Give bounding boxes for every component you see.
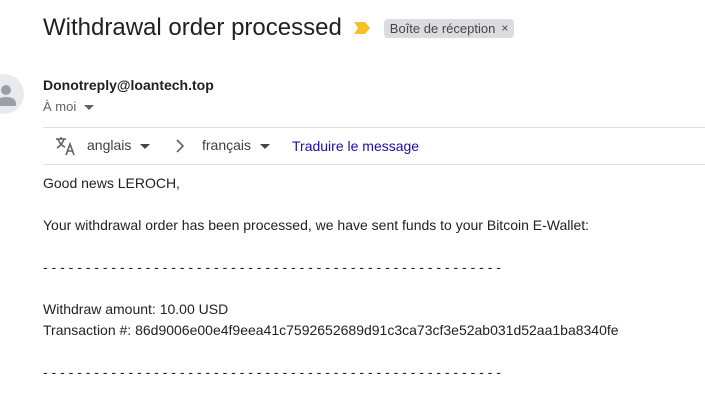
- body-greeting: Good news LEROCH,: [43, 175, 180, 191]
- sender-avatar[interactable]: [0, 74, 24, 114]
- target-language-label: français: [202, 137, 252, 153]
- person-icon: [0, 85, 16, 106]
- recipient-details-dropdown-icon[interactable]: [84, 105, 95, 110]
- translate-icon: [55, 136, 77, 161]
- chevron-down-icon: [140, 143, 151, 149]
- email-subject: Withdrawal order processed: [43, 14, 342, 41]
- target-language-select[interactable]: français: [202, 137, 271, 153]
- source-language-select[interactable]: anglais: [87, 137, 151, 153]
- inbox-label-chip[interactable]: Boîte de réception ×: [383, 18, 515, 38]
- sender-address[interactable]: Donotreply@loantech.top: [43, 77, 214, 93]
- body-separator: - - - - - - - - - - - - - - - - - - - - …: [43, 259, 501, 275]
- body-message: Your withdrawal order has been processed…: [43, 217, 590, 233]
- remove-label-icon[interactable]: ×: [501, 21, 508, 35]
- recipient-label: À moi: [43, 99, 77, 114]
- inbox-label-text: Boîte de réception: [389, 20, 496, 36]
- recipient-toggle[interactable]: À moi: [43, 99, 95, 114]
- translate-bar: anglais français Traduire le message: [43, 127, 705, 165]
- chevron-right-icon: [174, 138, 186, 159]
- body-separator: - - - - - - - - - - - - - - - - - - - - …: [43, 364, 501, 380]
- subject-row: Withdrawal order processed Boîte de réce…: [43, 12, 515, 44]
- translate-message-link[interactable]: Traduire le message: [292, 138, 419, 154]
- email-view: Withdrawal order processed Boîte de réce…: [0, 0, 705, 408]
- chevron-down-icon: [260, 143, 271, 149]
- withdraw-amount: Withdraw amount: 10.00 USD: [43, 301, 229, 317]
- important-marker-icon[interactable]: [352, 21, 372, 35]
- source-language-label: anglais: [87, 137, 132, 153]
- transaction-id: Transaction #: 86d9006e00e4f9eea41c75926…: [43, 322, 619, 338]
